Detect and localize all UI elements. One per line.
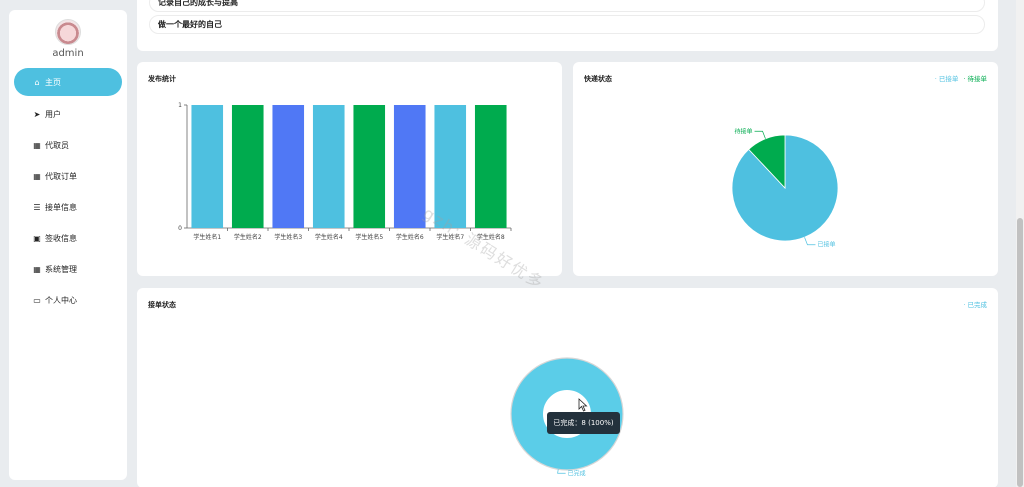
x-tick-label: 学生姓名4 bbox=[315, 233, 343, 241]
home-icon: ⌂ bbox=[34, 77, 40, 87]
donut-label: 已完成 bbox=[568, 469, 586, 477]
motto-row-partial: 记录自己的成长与提高 bbox=[149, 0, 985, 12]
pie-label: 已接单 bbox=[817, 241, 835, 249]
sidebar-item-label: 系统管理 bbox=[45, 265, 77, 274]
sidebar-item-label: 签收信息 bbox=[45, 234, 77, 243]
express-status-card: 快递状态 · 已接单 · 待接单 已接单 待接单 bbox=[573, 62, 998, 276]
grid-icon: ▦ bbox=[33, 172, 41, 181]
sidebar-item-label: 代取订单 bbox=[45, 172, 77, 181]
motto-card: 记录自己的成长与提高 做一个最好的自己 bbox=[137, 0, 998, 51]
motto-row: 做一个最好的自己 bbox=[149, 15, 985, 34]
window-icon: ▭ bbox=[33, 296, 41, 305]
sidebar-item-system[interactable]: ▦ 系统管理 bbox=[14, 254, 122, 285]
order-status-card: 接单状态 · 已完成 已完成 bbox=[137, 288, 998, 487]
sidebar: admin ⌂ 主页 ➤ 用户 ▦ 代取员 ▦ 代取订单 ☰ 接单信息 ▣ 签收… bbox=[9, 10, 127, 480]
sidebar-item-sign-info[interactable]: ▣ 签收信息 bbox=[14, 223, 122, 254]
sidebar-item-label: 用户 bbox=[45, 110, 61, 119]
bar[interactable] bbox=[272, 105, 305, 228]
sidebar-item-users[interactable]: ➤ 用户 bbox=[14, 99, 122, 130]
bar[interactable] bbox=[312, 105, 345, 228]
sidebar-item-home[interactable]: ⌂ 主页 bbox=[14, 68, 122, 96]
grid-icon: ▦ bbox=[33, 141, 41, 150]
sidebar-item-pickup-orders[interactable]: ▦ 代取订单 bbox=[14, 161, 122, 192]
pie-label: 待接单 bbox=[735, 127, 753, 135]
list-icon: ☰ bbox=[33, 203, 41, 212]
scrollbar-thumb[interactable] bbox=[1017, 218, 1023, 487]
grid-icon: ▦ bbox=[33, 265, 41, 274]
y-tick-label: 0 bbox=[178, 225, 182, 232]
bar[interactable] bbox=[191, 105, 224, 228]
donut-chart: 已完成 bbox=[510, 357, 624, 477]
bar[interactable] bbox=[393, 105, 426, 228]
bar[interactable] bbox=[474, 105, 507, 228]
bar[interactable] bbox=[353, 105, 386, 228]
pie-label-line bbox=[804, 237, 816, 246]
y-tick-label: 1 bbox=[178, 102, 182, 109]
pie-chart: 已接单 待接单 bbox=[731, 127, 839, 249]
x-tick-label: 学生姓名2 bbox=[234, 233, 262, 241]
sidebar-item-label: 代取员 bbox=[45, 141, 69, 150]
sidebar-item-label: 接单信息 bbox=[45, 203, 77, 212]
sidebar-item-label: 主页 bbox=[45, 77, 61, 87]
send-icon: ➤ bbox=[33, 110, 41, 119]
scrollbar[interactable] bbox=[1016, 0, 1024, 487]
chart-tooltip: 已完成：8 (100%) bbox=[547, 412, 620, 434]
sidebar-item-accept-info[interactable]: ☰ 接单信息 bbox=[14, 192, 122, 223]
x-tick-label: 学生姓名6 bbox=[396, 233, 424, 241]
x-tick-label: 学生姓名1 bbox=[193, 233, 221, 241]
sidebar-menu: ⌂ 主页 ➤ 用户 ▦ 代取员 ▦ 代取订单 ☰ 接单信息 ▣ 签收信息 ▦ 系… bbox=[14, 68, 122, 316]
bar[interactable] bbox=[231, 105, 264, 228]
mouse-cursor-icon bbox=[578, 398, 588, 412]
sidebar-item-profile[interactable]: ▭ 个人中心 bbox=[14, 285, 122, 316]
username: admin bbox=[52, 48, 84, 59]
sidebar-item-label: 个人中心 bbox=[45, 296, 77, 305]
avatar[interactable] bbox=[55, 19, 81, 45]
x-tick-label: 学生姓名5 bbox=[355, 233, 383, 241]
x-tick-label: 学生姓名3 bbox=[274, 233, 302, 241]
clipboard-icon: ▣ bbox=[33, 234, 41, 243]
pie-label-line bbox=[754, 130, 766, 139]
sidebar-item-couriers[interactable]: ▦ 代取员 bbox=[14, 130, 122, 161]
